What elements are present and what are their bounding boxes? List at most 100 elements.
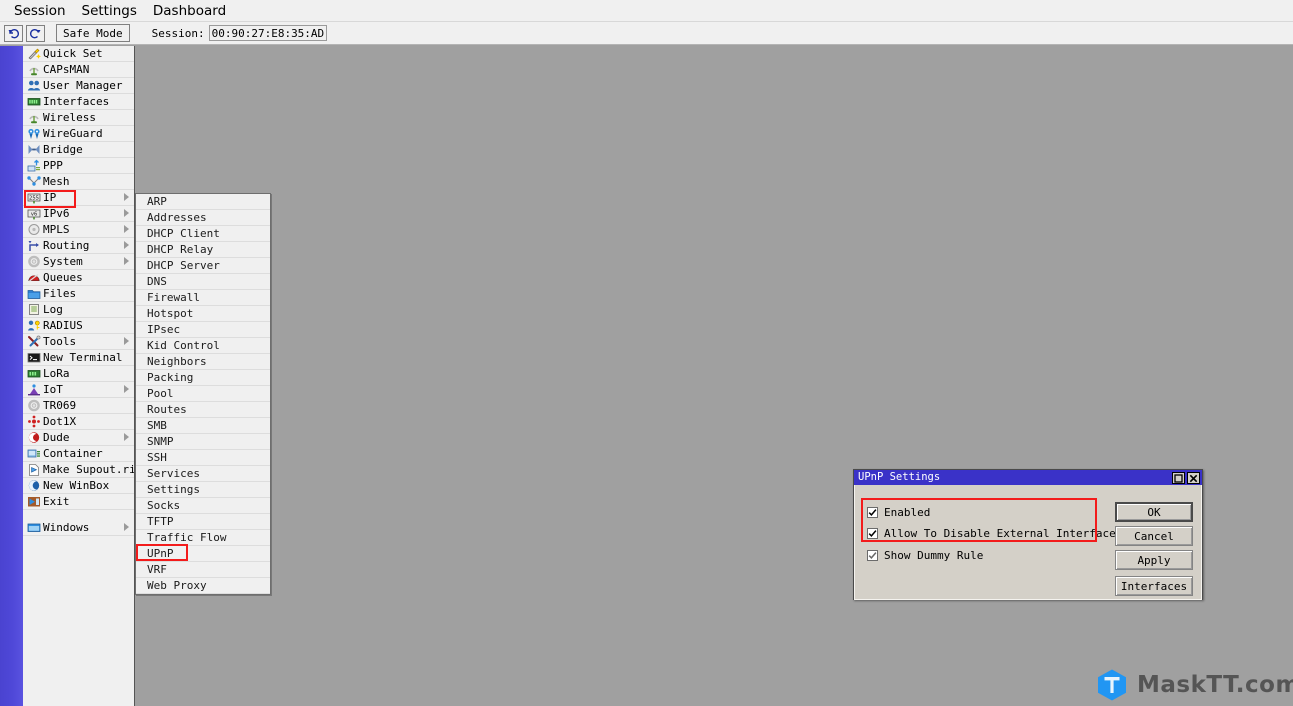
submenu-item-hotspot[interactable]: Hotspot bbox=[136, 306, 270, 322]
sidebar-item-new-winbox[interactable]: New WinBox bbox=[23, 478, 134, 494]
sidebar-item-ppp[interactable]: PPP bbox=[23, 158, 134, 174]
chevron-right-icon bbox=[124, 385, 129, 393]
sidebar-item-label: New Terminal bbox=[43, 350, 123, 364]
safe-mode-button[interactable]: Safe Mode bbox=[56, 24, 130, 42]
sidebar-item-label: New WinBox bbox=[43, 478, 110, 492]
lora-icon bbox=[26, 367, 42, 381]
sidebar-item-capsman[interactable]: CAPsMAN bbox=[23, 62, 134, 78]
sidebar-item-interfaces[interactable]: Interfaces bbox=[23, 94, 134, 110]
gear-icon bbox=[26, 255, 42, 269]
window-icon bbox=[26, 521, 42, 535]
sidebar-item-label: IPv6 bbox=[43, 206, 70, 220]
tools-icon bbox=[26, 335, 42, 349]
submenu-item-dhcp-client[interactable]: DHCP Client bbox=[136, 226, 270, 242]
winbox-window: Session Settings Dashboard Safe Mode Ses… bbox=[0, 0, 1293, 706]
sidebar-item-user-manager[interactable]: User Manager bbox=[23, 78, 134, 94]
checkbox-row-show-dummy-rule[interactable]: Show Dummy Rule bbox=[867, 549, 983, 562]
log-icon bbox=[26, 303, 42, 317]
sidebar-item-quick-set[interactable]: Quick Set bbox=[23, 46, 134, 62]
dialog-title: UPnP Settings bbox=[858, 471, 941, 483]
sidebar-item-new-terminal[interactable]: New Terminal bbox=[23, 350, 134, 366]
sidebar-item-mesh[interactable]: Mesh bbox=[23, 174, 134, 190]
sidebar-item-queues[interactable]: Queues bbox=[23, 270, 134, 286]
sidebar-item-iot[interactable]: IoT bbox=[23, 382, 134, 398]
submenu-item-neighbors[interactable]: Neighbors bbox=[136, 354, 270, 370]
chevron-right-icon bbox=[124, 433, 129, 441]
menu-session[interactable]: Session bbox=[6, 2, 74, 20]
submenu-item-smb[interactable]: SMB bbox=[136, 418, 270, 434]
redo-button[interactable] bbox=[26, 24, 45, 42]
sidebar-item-dude[interactable]: Dude bbox=[23, 430, 134, 446]
submenu-item-dhcp-server[interactable]: DHCP Server bbox=[136, 258, 270, 274]
submenu-item-dhcp-relay[interactable]: DHCP Relay bbox=[136, 242, 270, 258]
sidebar-item-wireless[interactable]: Wireless bbox=[23, 110, 134, 126]
sidebar-item-tools[interactable]: Tools bbox=[23, 334, 134, 350]
submenu-item-addresses[interactable]: Addresses bbox=[136, 210, 270, 226]
menu-dashboard[interactable]: Dashboard bbox=[145, 2, 234, 20]
sidebar-item-ipv6[interactable]: v6 IPv6 bbox=[23, 206, 134, 222]
apply-button[interactable]: Apply bbox=[1115, 550, 1193, 570]
undo-button[interactable] bbox=[4, 24, 23, 42]
exit-icon bbox=[26, 495, 42, 509]
submenu-item-socks[interactable]: Socks bbox=[136, 498, 270, 514]
submenu-item-services[interactable]: Services bbox=[136, 466, 270, 482]
wireguard-icon bbox=[26, 127, 42, 141]
submenu-item-packing[interactable]: Packing bbox=[136, 370, 270, 386]
sidebar-item-tr069[interactable]: TR069 bbox=[23, 398, 134, 414]
submenu-item-upnp[interactable]: UPnP bbox=[136, 546, 270, 562]
sidebar-item-label: MPLS bbox=[43, 222, 70, 236]
submenu-item-firewall[interactable]: Firewall bbox=[136, 290, 270, 306]
submenu-item-dns[interactable]: DNS bbox=[136, 274, 270, 290]
sidebar-item-ip[interactable]: 255 IP bbox=[23, 190, 134, 206]
submenu-item-traffic-flow[interactable]: Traffic Flow bbox=[136, 530, 270, 546]
checkbox-show-dummy-rule[interactable] bbox=[867, 550, 878, 561]
sidebar-item-files[interactable]: Files bbox=[23, 286, 134, 302]
sidebar-item-label: Wireless bbox=[43, 110, 96, 124]
sidebar-item-container[interactable]: Container bbox=[23, 446, 134, 462]
sidebar-item-routing[interactable]: Routing bbox=[23, 238, 134, 254]
sidebar-item-exit[interactable]: Exit bbox=[23, 494, 134, 510]
sidebar-item-dot1x[interactable]: Dot1X bbox=[23, 414, 134, 430]
magic-wand-icon bbox=[26, 47, 42, 61]
sidebar-item-log[interactable]: Log bbox=[23, 302, 134, 318]
submenu-item-settings[interactable]: Settings bbox=[136, 482, 270, 498]
submenu-item-arp[interactable]: ARP bbox=[136, 194, 270, 210]
submenu-item-ipsec[interactable]: IPsec bbox=[136, 322, 270, 338]
submenu-item-pool[interactable]: Pool bbox=[136, 386, 270, 402]
menu-settings[interactable]: Settings bbox=[74, 2, 145, 20]
close-button[interactable] bbox=[1187, 471, 1200, 484]
sidebar-item-radius[interactable]: RADIUS bbox=[23, 318, 134, 334]
cancel-button[interactable]: Cancel bbox=[1115, 526, 1193, 546]
interfaces-button[interactable]: Interfaces bbox=[1115, 576, 1193, 596]
submenu-item-routes[interactable]: Routes bbox=[136, 402, 270, 418]
maximize-button[interactable] bbox=[1172, 471, 1185, 484]
sidebar-item-bridge[interactable]: Bridge bbox=[23, 142, 134, 158]
sidebar-item-mpls[interactable]: MPLS bbox=[23, 222, 134, 238]
check-icon bbox=[868, 551, 877, 560]
ppp-icon bbox=[26, 159, 42, 173]
submenu-item-web-proxy[interactable]: Web Proxy bbox=[136, 578, 270, 594]
session-value[interactable]: 00:90:27:E8:35:AD bbox=[208, 25, 328, 41]
sidebar-item-wireguard[interactable]: WireGuard bbox=[23, 126, 134, 142]
interfaces-icon bbox=[26, 95, 42, 109]
checkbox-label: Enabled bbox=[884, 506, 931, 519]
sidebar-item-system[interactable]: System bbox=[23, 254, 134, 270]
submenu-item-vrf[interactable]: VRF bbox=[136, 562, 270, 578]
checkbox-row-allow-disable-external-interface[interactable]: Allow To Disable External Interface bbox=[867, 527, 1116, 540]
ok-button[interactable]: OK bbox=[1115, 502, 1193, 522]
submenu-item-kid-control[interactable]: Kid Control bbox=[136, 338, 270, 354]
submenu-item-snmp[interactable]: SNMP bbox=[136, 434, 270, 450]
checkbox-allow-disable-external-interface[interactable] bbox=[867, 528, 878, 539]
sidebar-item-windows[interactable]: Windows bbox=[23, 520, 134, 536]
submenu-item-tftp[interactable]: TFTP bbox=[136, 514, 270, 530]
watermark-text: MaskTT.com bbox=[1137, 672, 1293, 698]
checkbox-row-enabled[interactable]: Enabled bbox=[867, 506, 930, 519]
submenu-item-ssh[interactable]: SSH bbox=[136, 450, 270, 466]
dialog-titlebar[interactable]: UPnP Settings bbox=[854, 470, 1202, 485]
sidebar-item-label: IP bbox=[43, 190, 57, 204]
sidebar-item-label: Exit bbox=[43, 494, 70, 508]
sidebar-item-label: LoRa bbox=[43, 366, 70, 380]
sidebar-item-lora[interactable]: LoRa bbox=[23, 366, 134, 382]
sidebar-item-make-supout[interactable]: Make Supout.rif bbox=[23, 462, 134, 478]
checkbox-enabled[interactable] bbox=[867, 507, 878, 518]
